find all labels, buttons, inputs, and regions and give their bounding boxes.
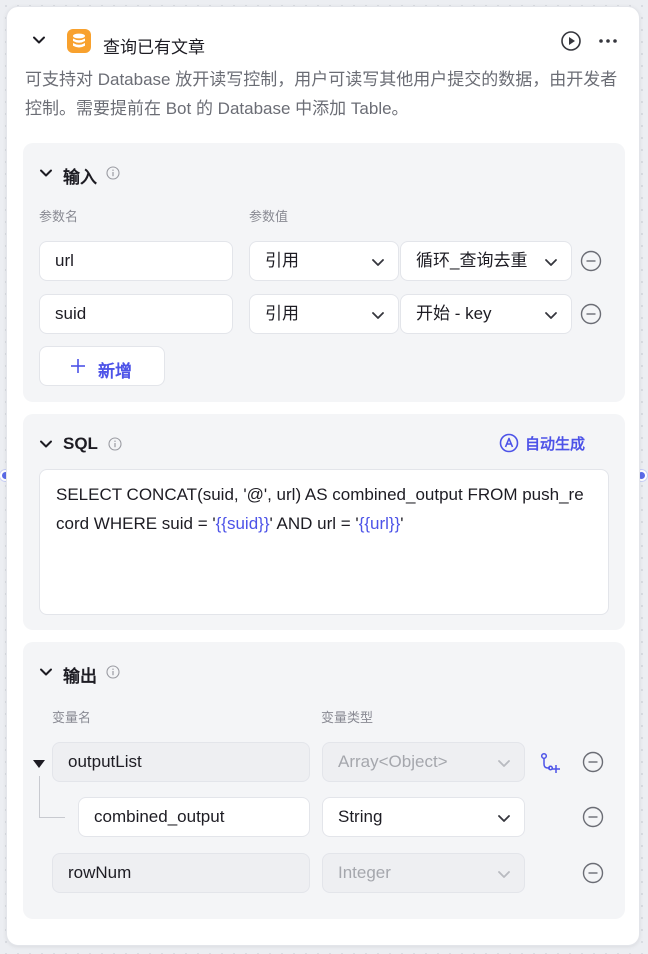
chevron-down-icon	[498, 871, 510, 878]
minus-circle-icon[interactable]	[582, 862, 604, 884]
plus-icon	[71, 359, 85, 373]
sql-text: ' AND url = '	[269, 514, 359, 533]
info-icon[interactable]	[106, 166, 120, 180]
var-name-input[interactable]: outputList	[52, 742, 310, 782]
minus-circle-icon[interactable]	[582, 751, 604, 773]
var-name-label: 变量名	[52, 710, 92, 725]
chevron-down-icon[interactable]	[39, 166, 53, 180]
chevron-down-icon	[372, 312, 384, 319]
chevron-down-icon	[372, 259, 384, 266]
node-title: 查询已有文章	[103, 38, 205, 57]
var-type-value: String	[338, 807, 383, 826]
info-icon[interactable]	[108, 437, 122, 451]
database-node[interactable]: 查询已有文章 可支持对 Database 放开读写控制，用户可读写其他用户提交的…	[6, 6, 640, 946]
param-value-select[interactable]: 开始 - key	[400, 294, 572, 334]
param-value-text: 开始 - key	[416, 304, 492, 323]
param-name-input[interactable]: suid	[39, 294, 233, 334]
play-circle-icon[interactable]	[560, 30, 582, 52]
param-value-select[interactable]: 循环_查询去重	[400, 241, 572, 281]
chevron-down-icon[interactable]	[32, 33, 46, 47]
sql-variable: {{url}}	[358, 514, 401, 533]
auto-generate-label: 自动生成	[525, 436, 586, 453]
param-name-label: 参数名	[39, 209, 79, 224]
node-header: 查询已有文章	[7, 21, 639, 57]
param-type-value: 引用	[265, 251, 299, 270]
more-icon[interactable]	[597, 30, 619, 52]
database-icon	[67, 29, 91, 53]
tree-connector	[39, 776, 65, 818]
param-type-select[interactable]: 引用	[249, 294, 399, 334]
var-type-select: Array<Object>	[322, 742, 525, 782]
var-type-value: Integer	[338, 863, 391, 882]
param-value-label: 参数值	[249, 209, 289, 224]
param-type-value: 引用	[265, 304, 299, 323]
add-param-button[interactable]: 新增	[39, 346, 165, 386]
sql-editor[interactable]: SELECT CONCAT(suid, '@', url) AS combine…	[39, 469, 609, 615]
output-section-title: 输出	[63, 667, 97, 686]
caret-down-icon[interactable]	[32, 759, 46, 769]
var-name-input[interactable]: rowNum	[52, 853, 310, 893]
output-section: 输出 变量名 变量类型 outputList Array<Object> com…	[23, 642, 625, 919]
chevron-down-icon	[498, 760, 510, 767]
input-section: 输入 参数名 参数值 url 引用 循环_查询去重 suid 引用 开始 - k…	[23, 143, 625, 402]
chevron-down-icon	[498, 815, 510, 822]
chevron-down-icon[interactable]	[39, 437, 53, 451]
add-child-icon[interactable]	[539, 752, 561, 774]
info-icon[interactable]	[106, 665, 120, 679]
auto-generate-button[interactable]: 自动生成	[499, 432, 599, 454]
chevron-down-icon	[543, 254, 559, 270]
sql-text: '	[400, 514, 404, 533]
sql-section: SQL 自动生成 SELECT CONCAT(suid, '@', url) A…	[23, 414, 625, 630]
minus-circle-icon[interactable]	[582, 806, 604, 828]
node-description: 可支持对 Database 放开读写控制，用户可读写其他用户提交的数据，由开发者…	[25, 70, 618, 118]
sql-variable: {{suid}}	[215, 514, 270, 533]
minus-circle-icon[interactable]	[580, 303, 602, 325]
var-type-select[interactable]: String	[322, 797, 525, 837]
minus-circle-icon[interactable]	[580, 250, 602, 272]
chevron-down-icon[interactable]	[39, 665, 53, 679]
chevron-down-icon	[545, 312, 557, 319]
sql-section-title: SQL	[63, 434, 98, 453]
param-type-select[interactable]: 引用	[249, 241, 399, 281]
param-value-text: 循环_查询去重	[416, 251, 528, 270]
input-section-title: 输入	[63, 168, 97, 187]
var-name-input[interactable]: combined_output	[78, 797, 310, 837]
var-type-value: Array<Object>	[338, 752, 448, 771]
ai-icon	[499, 433, 519, 453]
param-name-input[interactable]: url	[39, 241, 233, 281]
var-type-label: 变量类型	[321, 710, 374, 725]
var-type-select: Integer	[322, 853, 525, 893]
add-param-label: 新增	[98, 362, 132, 381]
